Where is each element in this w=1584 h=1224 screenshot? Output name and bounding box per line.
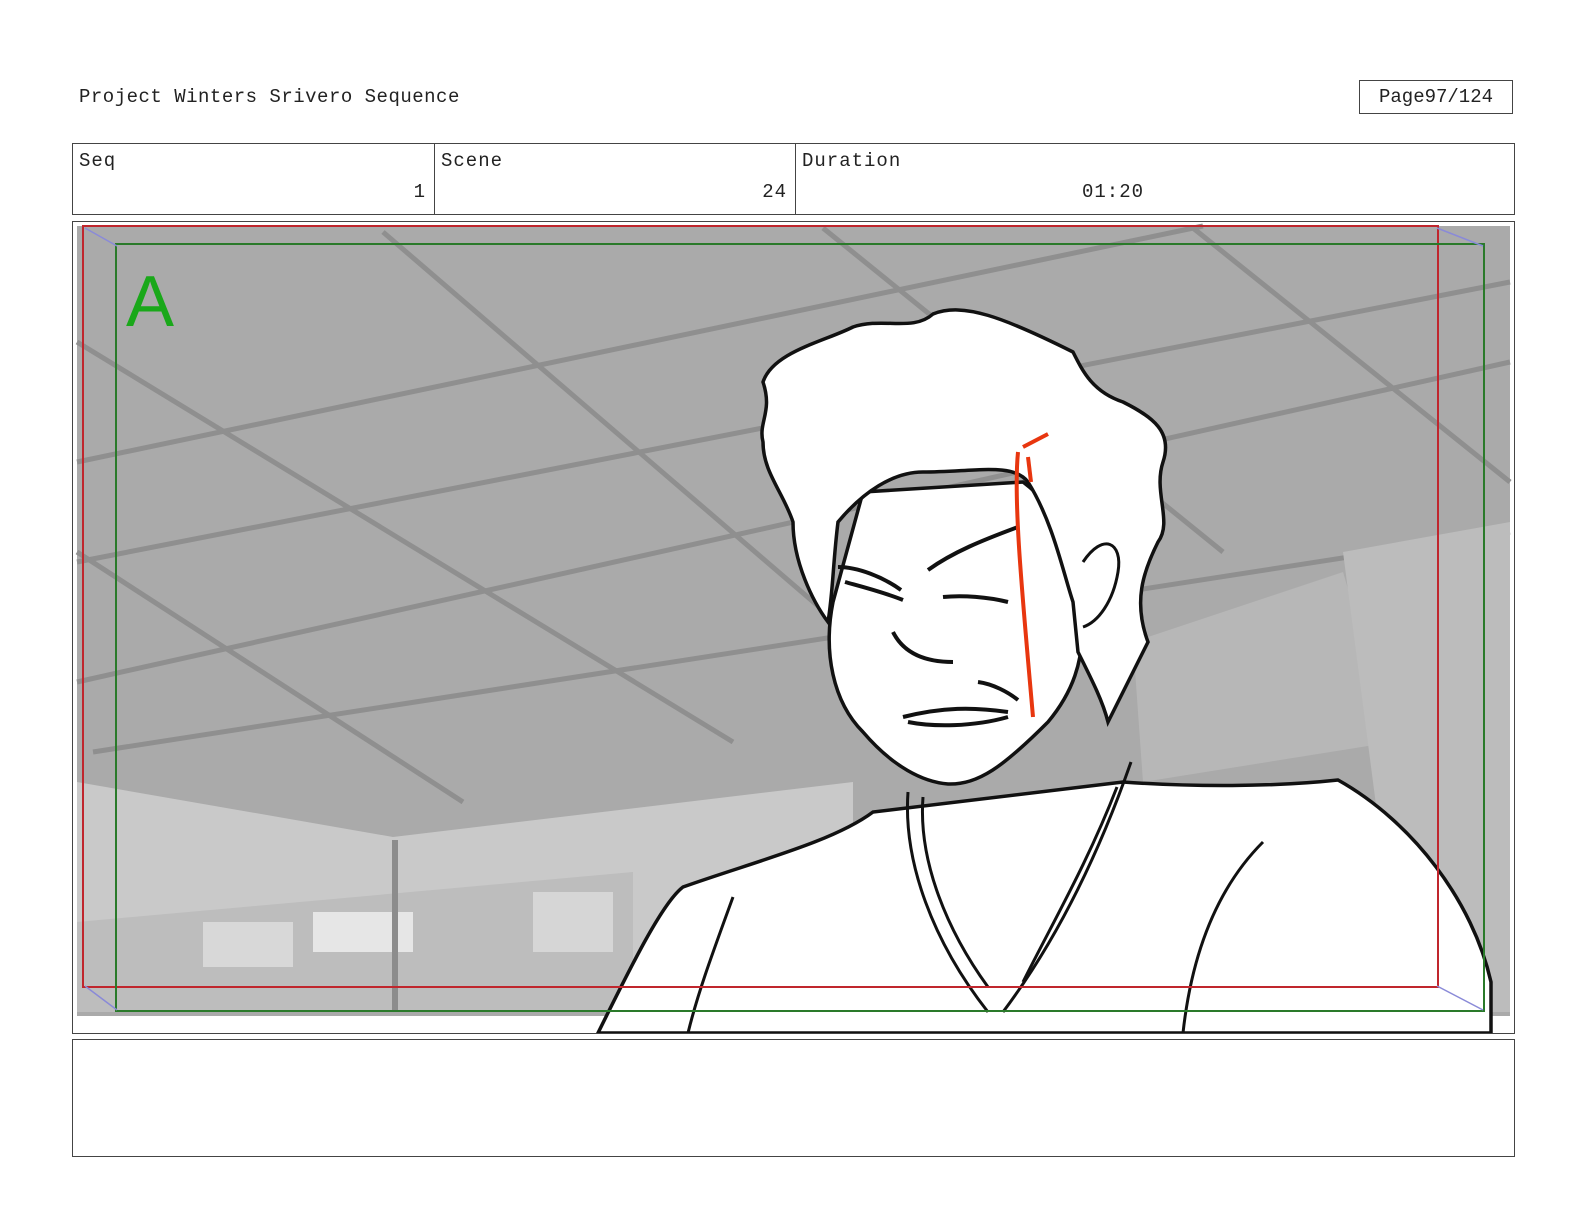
page-label: Page <box>1378 86 1425 108</box>
shot-info-table: Seq 1 Scene 24 Duration 01:20 <box>72 143 1515 215</box>
scene-value: 24 <box>762 181 787 203</box>
seq-label: Seq <box>79 150 117 172</box>
storyboard-drawing: A <box>75 223 1512 1033</box>
storyboard-panel: A <box>72 221 1515 1034</box>
duration-value: 01:20 <box>1082 181 1145 203</box>
project-title: Project Winters Srivero Sequence <box>79 86 460 108</box>
page-indicator: Page 97/124 <box>1359 80 1513 114</box>
scene-label: Scene <box>441 150 504 172</box>
duration-cell: Duration 01:20 <box>795 144 1514 214</box>
duration-label: Duration <box>802 150 902 172</box>
seq-cell: Seq 1 <box>73 144 434 214</box>
notes-box[interactable] <box>72 1039 1515 1157</box>
page-number: 97/124 <box>1424 86 1494 108</box>
panel-letter: A <box>126 262 174 342</box>
scene-cell: Scene 24 <box>434 144 795 214</box>
seq-value: 1 <box>413 181 426 203</box>
